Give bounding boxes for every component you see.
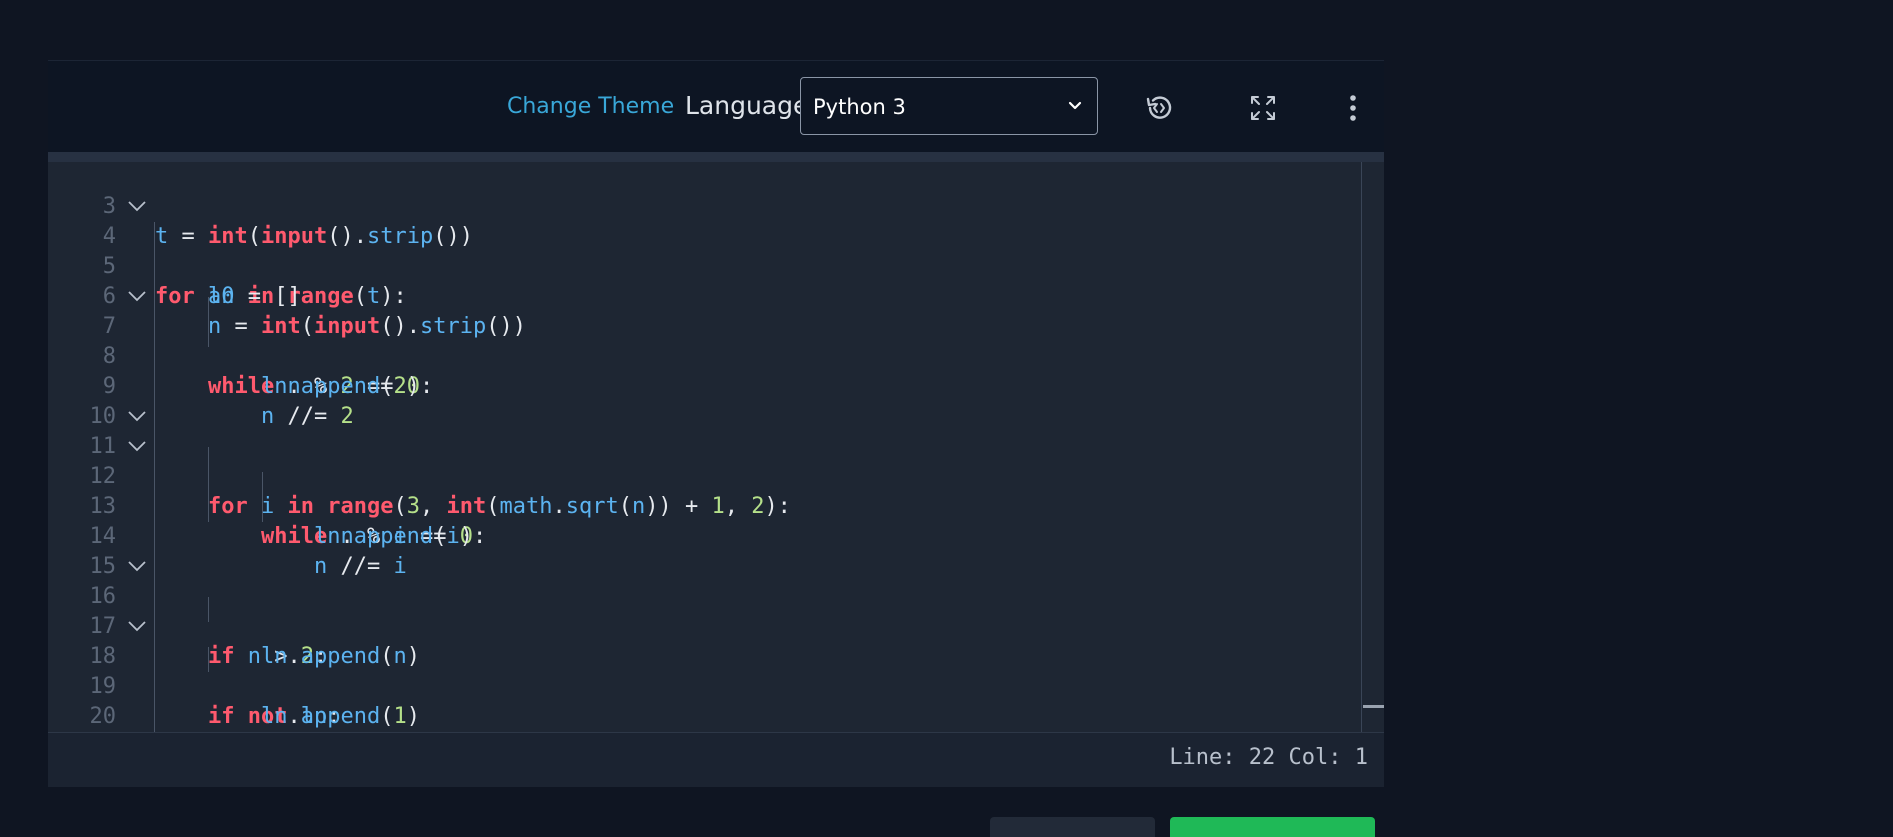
- language-select[interactable]: Python 3: [800, 77, 1098, 135]
- fold-chevron-icon[interactable]: [128, 290, 146, 302]
- fold-chevron-icon[interactable]: [128, 620, 146, 632]
- code-line: 14 n //= i: [48, 492, 1361, 579]
- language-select-value: Python 3: [813, 95, 906, 119]
- editor-toolbar: Change Theme Language Python 3: [48, 60, 1384, 153]
- code-line: 6 n = int(input().strip()): [48, 252, 1361, 339]
- code-line: 3 t = int(input().strip()): [48, 162, 1361, 249]
- code-line: 20: [48, 672, 1361, 729]
- code-line: 4 for a0 in range(t):: [48, 192, 1361, 309]
- chevron-down-icon: [1068, 101, 1082, 110]
- scrollbar-track[interactable]: [1361, 162, 1362, 732]
- code-line: 17 ln.append(n): [48, 582, 1361, 669]
- language-label: Language: [685, 91, 809, 120]
- fold-chevron-icon[interactable]: [128, 440, 146, 452]
- fold-chevron-icon[interactable]: [128, 560, 146, 572]
- toolbar-divider: [48, 152, 1384, 162]
- scrollbar-thumb[interactable]: [1363, 705, 1384, 708]
- run-code-button[interactable]: [990, 817, 1155, 837]
- change-theme-link[interactable]: Change Theme: [507, 94, 674, 119]
- code-editor: Change Theme Language Python 3 3 t = int…: [48, 60, 1384, 787]
- code-line: 15: [48, 522, 1361, 579]
- code-line: 8 ln.append(2): [48, 312, 1361, 399]
- submit-code-button[interactable]: [1170, 817, 1375, 837]
- code-line: 7 while n % 2 == 0:: [48, 282, 1361, 399]
- code-line: 19 ln.append(1): [48, 642, 1361, 729]
- code-line: 12 while n % i == 0:: [48, 432, 1361, 549]
- code-line: 18 if not ln:: [48, 612, 1361, 729]
- code-line: 5 ln = []: [48, 222, 1361, 309]
- code-line: 10: [48, 372, 1361, 429]
- fold-chevron-icon[interactable]: [128, 200, 146, 212]
- code-line: 16 if n > 2:: [48, 552, 1361, 669]
- code-line: 21 print(max(ln)): [48, 702, 1361, 732]
- code-area[interactable]: 3 t = int(input().strip()) 4 for a0 in r…: [48, 162, 1384, 732]
- fullscreen-icon[interactable]: [1247, 92, 1279, 124]
- fold-chevron-icon[interactable]: [128, 410, 146, 422]
- cursor-position: Line: 22 Col: 1: [1169, 745, 1368, 770]
- code-line: 9 n //= 2: [48, 342, 1361, 429]
- more-options-icon[interactable]: [1337, 92, 1369, 124]
- reset-code-icon[interactable]: [1143, 92, 1175, 124]
- code-line: 13 ln.append(i): [48, 462, 1361, 549]
- status-bar: Line: 22 Col: 1: [48, 732, 1384, 787]
- code-line: 11 for i in range(3, int(math.sqrt(n)) +…: [48, 402, 1361, 519]
